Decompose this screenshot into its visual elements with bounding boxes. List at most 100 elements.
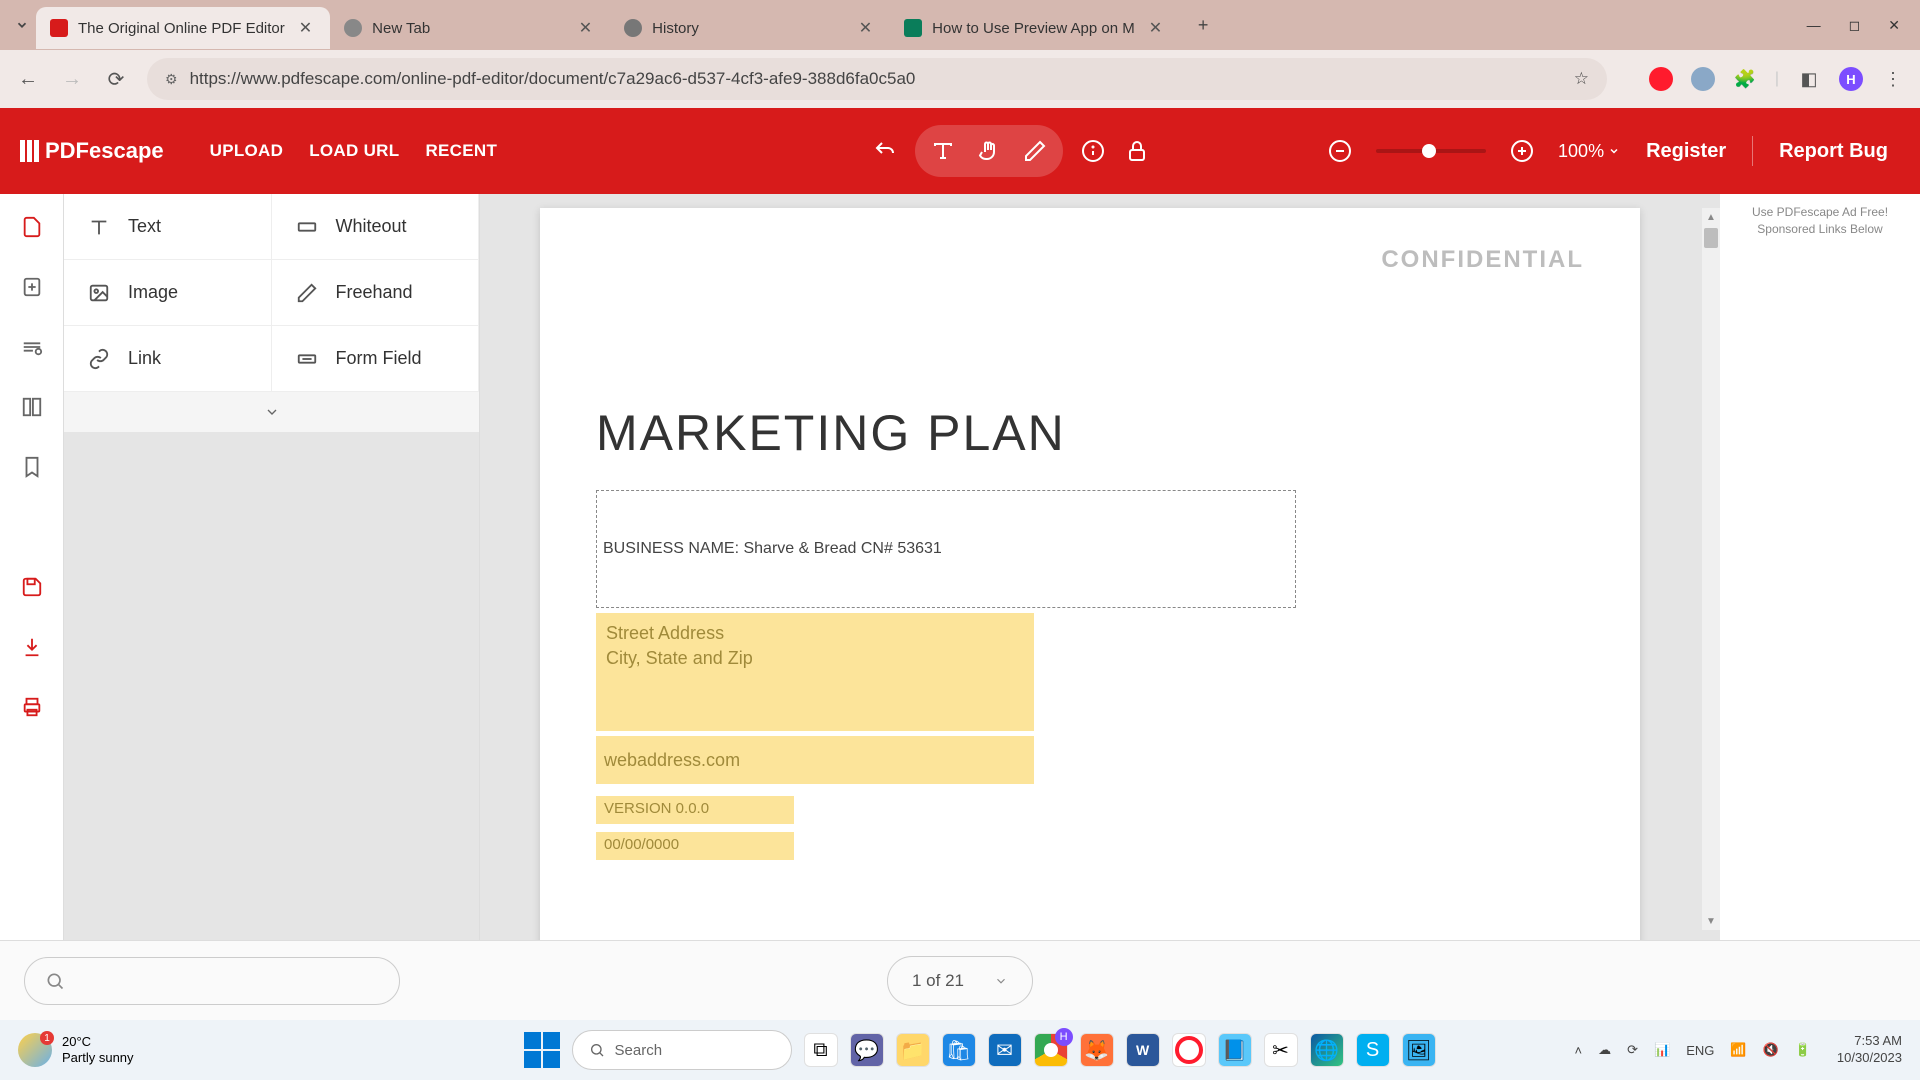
info-button[interactable] bbox=[1071, 129, 1115, 173]
date-field[interactable]: 00/00/0000 bbox=[596, 832, 794, 860]
zoom-out-button[interactable] bbox=[1318, 129, 1362, 173]
insert-whiteout-button[interactable]: Whiteout bbox=[272, 194, 480, 260]
pan-tool-button[interactable] bbox=[967, 129, 1011, 173]
language-indicator[interactable]: ENG bbox=[1686, 1043, 1714, 1058]
close-window-button[interactable]: ✕ bbox=[1888, 17, 1900, 34]
security-icon[interactable]: ⟳ bbox=[1627, 1042, 1638, 1058]
download-button[interactable] bbox=[17, 632, 47, 662]
start-button[interactable] bbox=[524, 1032, 560, 1068]
pdfescape-logo[interactable]: PDFescape bbox=[20, 138, 164, 164]
volume-icon[interactable]: 🔇 bbox=[1763, 1042, 1779, 1058]
chrome-icon[interactable] bbox=[1034, 1033, 1068, 1067]
business-name-field[interactable]: BUSINESS NAME: Sharve & Bread CN# 53631 bbox=[596, 490, 1296, 608]
notepad-icon[interactable]: 📘 bbox=[1218, 1033, 1252, 1067]
scroll-thumb[interactable] bbox=[1704, 228, 1718, 248]
address-bar[interactable]: ⚙ https://www.pdfescape.com/online-pdf-e… bbox=[147, 58, 1607, 100]
back-button[interactable]: ← bbox=[15, 66, 41, 92]
close-icon[interactable]: ✕ bbox=[295, 18, 316, 38]
recent-link[interactable]: RECENT bbox=[425, 141, 497, 161]
zoom-slider[interactable] bbox=[1376, 149, 1486, 153]
snipping-tool-icon[interactable]: ✂ bbox=[1264, 1033, 1298, 1067]
tab-preview-app[interactable]: How to Use Preview App on M ✕ bbox=[890, 7, 1180, 49]
version-field[interactable]: VERSION 0.0.0 bbox=[596, 796, 794, 824]
insert-text-button[interactable]: Text bbox=[64, 194, 272, 260]
task-view-icon[interactable]: ⧉ bbox=[804, 1033, 838, 1067]
analytics-tray-icon[interactable]: 📊 bbox=[1654, 1042, 1670, 1058]
tray-overflow-icon[interactable]: ˄ bbox=[1575, 1043, 1583, 1058]
thumbnails-tab[interactable] bbox=[17, 392, 47, 422]
taskbar-search[interactable]: Search bbox=[572, 1030, 792, 1070]
load-url-link[interactable]: LOAD URL bbox=[309, 141, 399, 161]
tab-newtab[interactable]: New Tab ✕ bbox=[330, 7, 610, 49]
tab-history[interactable]: History ✕ bbox=[610, 7, 890, 49]
insert-form-field-button[interactable]: Form Field bbox=[272, 326, 480, 392]
register-button[interactable]: Register bbox=[1634, 140, 1738, 163]
onedrive-icon[interactable]: ☁ bbox=[1598, 1042, 1611, 1058]
save-button[interactable] bbox=[17, 572, 47, 602]
file-explorer-icon[interactable]: 📁 bbox=[896, 1033, 930, 1067]
zoom-in-button[interactable] bbox=[1500, 129, 1544, 173]
pdf-page[interactable]: CONFIDENTIAL MARKETING PLAN BUSINESS NAM… bbox=[540, 208, 1640, 940]
web-address-field[interactable]: webaddress.com bbox=[596, 736, 1034, 784]
maximize-button[interactable]: ◻ bbox=[1849, 17, 1861, 34]
photos-icon[interactable]: 🖼 bbox=[1402, 1033, 1436, 1067]
new-tab-button[interactable]: + bbox=[1188, 10, 1218, 40]
page-selector-dropdown[interactable]: 1 of 21 bbox=[887, 956, 1033, 1006]
opera-extension-icon[interactable] bbox=[1649, 67, 1673, 91]
app-footer: 1 of 21 bbox=[0, 940, 1920, 1020]
side-panel-button[interactable]: ◧ bbox=[1797, 67, 1821, 91]
bookmark-star-icon[interactable]: ☆ bbox=[1574, 69, 1589, 89]
upload-link[interactable]: UPLOAD bbox=[210, 141, 284, 161]
undo-button[interactable] bbox=[863, 129, 907, 173]
annotate-tab[interactable] bbox=[17, 332, 47, 362]
draw-tool-button[interactable] bbox=[1013, 129, 1057, 173]
opera-icon[interactable] bbox=[1172, 1033, 1206, 1067]
text-tool-button[interactable] bbox=[921, 129, 965, 173]
insert-link-button[interactable]: Link bbox=[64, 326, 272, 392]
clock[interactable]: 7:53 AM 10/30/2023 bbox=[1837, 1033, 1902, 1067]
minimize-button[interactable]: — bbox=[1807, 17, 1821, 34]
close-icon[interactable]: ✕ bbox=[1145, 18, 1166, 38]
ms-store-icon[interactable]: 🛍 bbox=[942, 1033, 976, 1067]
lock-button[interactable] bbox=[1115, 129, 1159, 173]
close-icon[interactable]: ✕ bbox=[575, 18, 596, 38]
print-button[interactable] bbox=[17, 692, 47, 722]
firefox-icon[interactable]: 🦊 bbox=[1080, 1033, 1114, 1067]
address-field[interactable]: Street Address City, State and Zip bbox=[596, 613, 1034, 731]
bookmarks-tab[interactable] bbox=[17, 452, 47, 482]
document-scrollbar[interactable]: ▲ ▼ bbox=[1702, 208, 1720, 930]
skype-icon[interactable]: S bbox=[1356, 1033, 1390, 1067]
insert-tab[interactable] bbox=[17, 212, 47, 242]
site-settings-icon[interactable]: ⚙ bbox=[165, 71, 178, 88]
zoom-dropdown[interactable]: 100% bbox=[1558, 141, 1620, 162]
extensions-button[interactable]: 🧩 bbox=[1733, 67, 1757, 91]
tab-list-dropdown[interactable] bbox=[8, 11, 36, 39]
favicon-newtab bbox=[344, 19, 362, 37]
scroll-up-icon[interactable]: ▲ bbox=[1702, 208, 1720, 226]
tab-pdfescape[interactable]: The Original Online PDF Editor ✕ bbox=[36, 7, 330, 49]
extension-icon[interactable] bbox=[1691, 67, 1715, 91]
browser-menu-button[interactable]: ⋮ bbox=[1881, 67, 1905, 91]
profile-avatar[interactable]: H bbox=[1839, 67, 1863, 91]
report-bug-button[interactable]: Report Bug bbox=[1767, 140, 1900, 163]
chat-icon[interactable]: 💬 bbox=[850, 1033, 884, 1067]
document-search-input[interactable] bbox=[24, 957, 400, 1005]
word-icon[interactable]: W bbox=[1126, 1033, 1160, 1067]
forward-button[interactable]: → bbox=[59, 66, 85, 92]
close-icon[interactable]: ✕ bbox=[855, 18, 876, 38]
insert-image-button[interactable]: Image bbox=[64, 260, 272, 326]
document-viewport[interactable]: CONFIDENTIAL MARKETING PLAN BUSINESS NAM… bbox=[480, 194, 1720, 940]
page-tab[interactable] bbox=[17, 272, 47, 302]
scroll-down-icon[interactable]: ▼ bbox=[1702, 912, 1720, 930]
wifi-icon[interactable]: 📶 bbox=[1730, 1042, 1746, 1058]
battery-icon[interactable]: 🔋 bbox=[1795, 1042, 1811, 1058]
edit-mode-group bbox=[915, 125, 1063, 177]
insert-panel: Text Whiteout Image Freehand Link Form F… bbox=[64, 194, 480, 940]
weather-icon bbox=[18, 1033, 52, 1067]
edge-icon[interactable]: 🌐 bbox=[1310, 1033, 1344, 1067]
insert-freehand-button[interactable]: Freehand bbox=[272, 260, 480, 326]
weather-widget[interactable]: 20°C Partly sunny bbox=[18, 1033, 134, 1067]
reload-button[interactable]: ⟳ bbox=[103, 66, 129, 92]
mail-icon[interactable]: ✉ bbox=[988, 1033, 1022, 1067]
collapse-panel-button[interactable] bbox=[64, 392, 479, 432]
